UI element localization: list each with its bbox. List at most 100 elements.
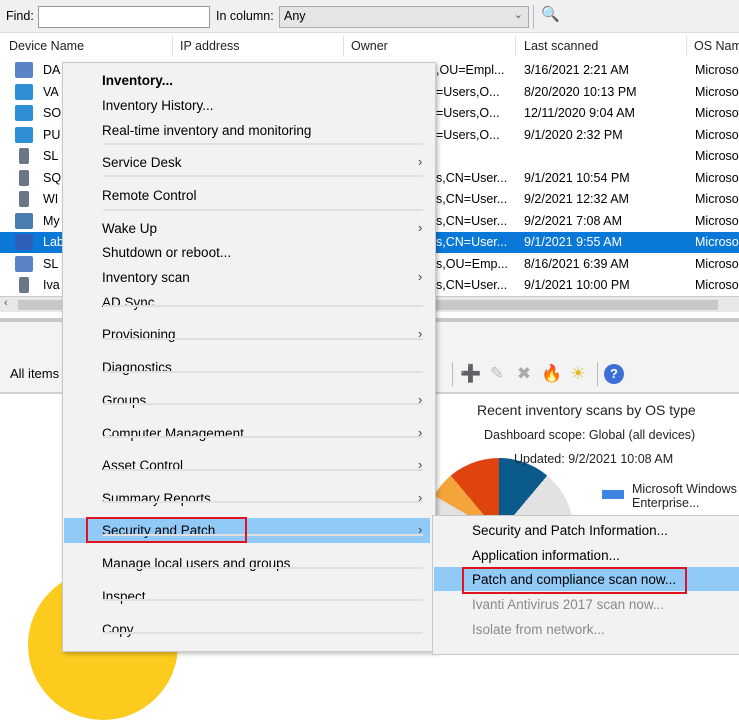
menu-item-inventory-scan[interactable]: Inventory scan › [64,265,430,290]
owner: s,CN=User... [436,170,508,185]
submenu-item-application-information[interactable]: Application information... [434,543,739,567]
menu-item-label: Remote Control [102,188,197,203]
menu-item-real-time-inventory-and-monitoring[interactable]: Real-time inventory and monitoring [64,118,430,143]
os-name: Microsof [695,106,739,120]
find-bar: Find: In column: Any ⌄ 🔍 [0,0,739,33]
menu-item-label: Real-time inventory and monitoring [102,123,312,138]
menu-item-diagnostics[interactable]: Diagnostics [64,355,430,380]
os-name: Microsof [695,149,739,163]
os-name: Microsof [695,213,739,228]
os-name: Microsof [695,192,739,206]
owner: s,CN=User... [436,213,508,228]
annotation-box-security-patch [86,517,247,543]
device-name: Lab [43,235,64,249]
last-scanned: 9/2/2021 7:08 AM [524,213,622,228]
menu-item-provisioning[interactable]: Provisioning › [64,322,430,347]
menu-item-remote-control[interactable]: Remote Control [64,183,430,208]
search-icon[interactable]: 🔍 [541,5,560,23]
menu-separator [103,567,423,569]
owner: =Users,O... [436,106,500,120]
owner: s,CN=User... [436,235,508,249]
menu-separator [103,175,423,177]
server-icon [19,191,29,207]
col-device-name[interactable]: Device Name [9,39,84,53]
dashboard-scope: Dashboard scope: Global (all devices) [484,428,696,442]
menu-separator [103,143,423,145]
last-scanned: 8/16/2021 6:39 AM [524,256,629,271]
menu-item-asset-control[interactable]: Asset Control › [64,453,430,478]
menu-item-label: Wake Up [102,221,158,236]
scroll-left-icon[interactable]: ‹ [4,297,8,309]
menu-item-ad-sync[interactable]: AD Sync [64,290,430,315]
last-scanned: 9/1/2020 2:32 PM [524,127,623,142]
owner: s,CN=User... [436,278,508,292]
last-scanned: 8/20/2020 10:13 PM [524,84,637,99]
network-icon [15,234,33,250]
last-scanned: 9/1/2021 9:55 AM [524,235,622,249]
submenu-item-label: Security and Patch Information... [472,523,668,538]
device-name: WI [43,192,59,206]
menu-item-inventory-history[interactable]: Inventory History... [64,93,430,118]
menu-item-manage-local-users-and-groups[interactable]: Manage local users and groups [64,551,430,576]
desktop-icon [15,126,33,143]
device-name: SL [43,149,59,163]
menu-separator [103,403,423,405]
os-name: Microsof [695,278,739,292]
submenu-item-ivanti-antivirus-2017-scan-now: Ivanti Antivirus 2017 scan now... [434,592,739,616]
menu-item-copy[interactable]: Copy [64,617,430,642]
find-label: Find: [6,9,34,23]
delete-icon[interactable]: ✖ [514,364,534,384]
last-scanned: 9/1/2021 10:00 PM [524,278,630,292]
column-select[interactable]: Any ⌄ [279,6,529,28]
submenu-item-security-and-patch-information[interactable]: Security and Patch Information... [434,518,739,542]
menu-separator [103,501,423,503]
desktop-icon [15,105,33,121]
annotation-box-patch-scan [462,567,687,594]
menu-item-computer-management[interactable]: Computer Management › [64,421,430,446]
device-name: SO [43,106,62,120]
menu-item-inventory[interactable]: Inventory... [64,68,430,93]
last-scanned: 9/2/2021 12:32 AM [524,192,629,206]
device-name: DA [43,63,61,77]
col-ip-address[interactable]: IP address [180,39,240,53]
alert-icon[interactable]: ☀ [568,364,588,384]
add-icon[interactable]: ➕ [460,364,481,384]
owner: s,OU=Emp... [436,256,508,271]
menu-item-groups[interactable]: Groups › [64,388,430,413]
fire-icon[interactable]: 🔥 [541,364,562,384]
menu-item-wake-up[interactable]: Wake Up › [64,216,430,241]
menu-separator [103,338,423,340]
menu-item-service-desk[interactable]: Service Desk › [64,150,430,175]
menu-item-shutdown-or-reboot[interactable]: Shutdown or reboot... [64,240,430,265]
col-os-name[interactable]: OS Name [694,39,739,53]
os-name: Microsof [695,84,739,99]
col-owner[interactable]: Owner [351,39,388,53]
os-name: Microsof [695,63,739,77]
device-name: PU [43,127,61,142]
menu-separator [103,599,423,601]
os-name: Microsof [695,256,739,271]
menu-separator [103,305,423,307]
menu-item-label: AD Sync [102,295,155,310]
device-name: My [43,213,60,228]
menu-item-summary-reports[interactable]: Summary Reports › [64,486,430,511]
menu-item-label: Inventory History... [102,98,214,113]
laptop-icon [15,255,33,272]
menu-separator [103,436,423,438]
menu-item-label: Inventory scan [102,270,190,285]
all-items-label[interactable]: All items [10,366,59,381]
col-last-scanned[interactable]: Last scanned [524,39,598,53]
os-name: Microsof [695,235,739,249]
os-name: Microsof [695,127,739,142]
help-icon[interactable]: ? [604,364,624,384]
find-input[interactable] [38,6,210,28]
legend-label: Microsoft Windows [632,482,737,496]
owner: =Users,O... [436,127,500,142]
virtual-icon [15,212,33,229]
chevron-right-icon: › [418,220,423,235]
device-name: SL [43,256,59,271]
column-select-value: Any [284,9,306,23]
chevron-right-icon: › [418,154,423,169]
edit-icon[interactable]: ✎ [487,364,507,384]
menu-item-inspect[interactable]: Inspect [64,584,430,609]
